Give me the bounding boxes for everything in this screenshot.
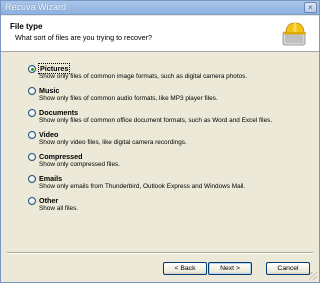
radio-emails[interactable] — [28, 175, 36, 183]
radio-pictures[interactable] — [28, 65, 36, 73]
resize-grip[interactable] — [309, 272, 317, 280]
option-description: Show only video files, like digital came… — [39, 139, 187, 146]
option-description: Show only files of common audio formats,… — [39, 95, 218, 102]
title-bar[interactable]: Recuva Wizard × — [1, 1, 319, 15]
option-description: Show only emails from Thunderbird, Outlo… — [39, 183, 246, 190]
option-label[interactable]: Video — [39, 130, 58, 139]
option-documents[interactable]: Documents Show only files of common offi… — [28, 108, 313, 130]
radio-video[interactable] — [28, 131, 36, 139]
option-music[interactable]: Music Show only files of common audio fo… — [28, 86, 313, 108]
page-subtitle: What sort of files are you trying to rec… — [15, 33, 153, 42]
cancel-button[interactable]: Cancel — [266, 262, 310, 275]
recuva-hardhat-drive-icon — [282, 22, 306, 46]
radio-documents[interactable] — [28, 109, 36, 117]
window-title: Recuva Wizard — [5, 2, 67, 12]
radio-other[interactable] — [28, 197, 36, 205]
option-label[interactable]: Emails — [39, 174, 62, 183]
option-label[interactable]: Compressed — [39, 152, 83, 161]
option-description: Show all files. — [39, 205, 79, 212]
page-title: File type — [10, 22, 43, 31]
option-description: Show only compressed files. — [39, 161, 120, 168]
footer-divider — [7, 252, 313, 254]
back-button[interactable]: < Back — [163, 262, 207, 275]
option-description: Show only files of common image formats,… — [39, 73, 248, 80]
option-label[interactable]: Other — [39, 196, 58, 205]
option-video[interactable]: Video Show only video files, like digita… — [28, 130, 313, 152]
radio-compressed[interactable] — [28, 153, 36, 161]
option-emails[interactable]: Emails Show only emails from Thunderbird… — [28, 174, 313, 196]
option-label[interactable]: Music — [39, 86, 59, 95]
next-button[interactable]: Next > — [208, 262, 252, 275]
option-label[interactable]: Documents — [39, 108, 78, 117]
option-pictures[interactable]: Pictures Show only files of common image… — [28, 63, 313, 86]
recuva-wizard-window: Recuva Wizard × File type What sort of f… — [0, 0, 320, 283]
option-compressed[interactable]: Compressed Show only compressed files. — [28, 152, 313, 174]
wizard-header: File type What sort of files are you try… — [1, 16, 319, 52]
option-description: Show only files of common office documen… — [39, 117, 273, 124]
radio-music[interactable] — [28, 87, 36, 95]
option-other[interactable]: Other Show all files. — [28, 196, 313, 218]
close-icon[interactable]: × — [304, 2, 317, 13]
